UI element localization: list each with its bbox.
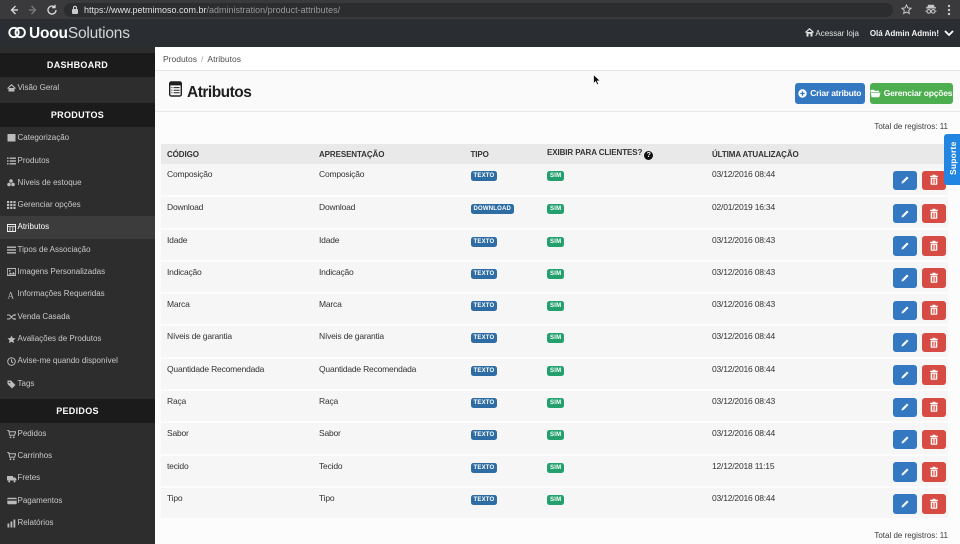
svg-text:A: A	[8, 291, 15, 299]
